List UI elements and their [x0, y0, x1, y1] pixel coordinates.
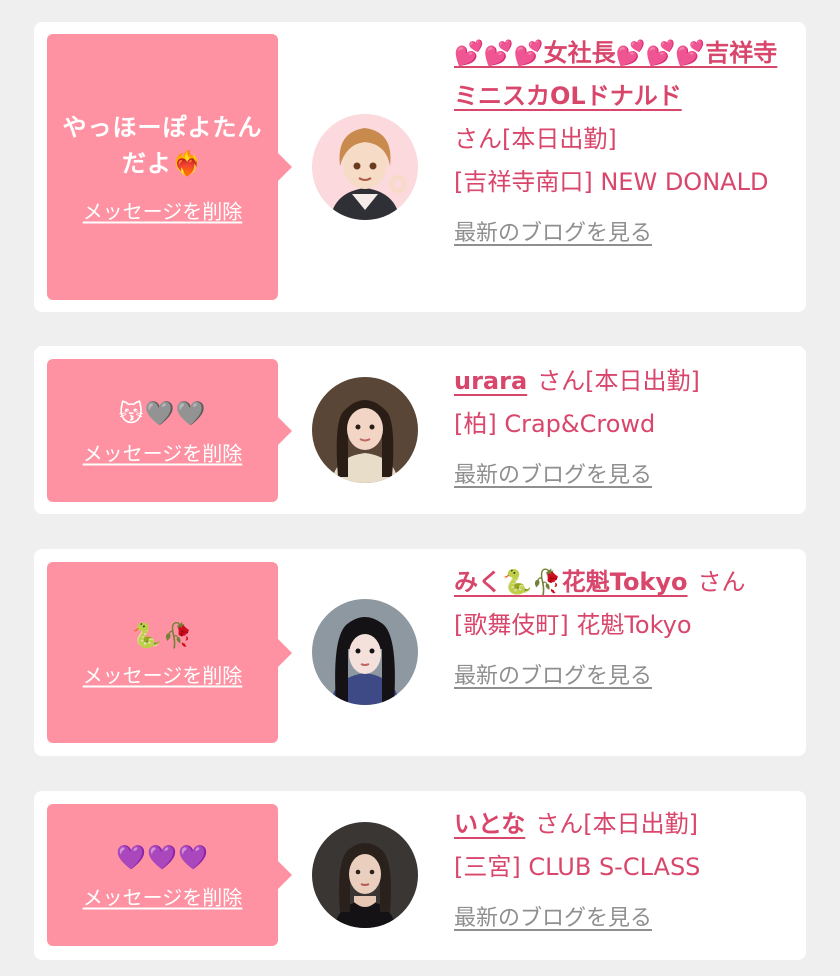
- latest-blog-link[interactable]: 最新のブログを見る: [454, 454, 790, 497]
- cast-avatar[interactable]: [312, 822, 418, 928]
- shop-name: [三宮] CLUB S-CLASS: [454, 853, 701, 881]
- cast-info: いとな さん[本日出勤] [三宮] CLUB S-CLASS 最新のブログを見る: [454, 803, 790, 940]
- message-card: 😽🩶🩶 メッセージを削除 urara さん[本日出勤] [柏] Crap&Crow…: [34, 346, 806, 514]
- cast-status-row: さん[本日出勤]: [454, 118, 790, 161]
- shop-name: [歌舞伎町] 花魁Tokyo: [454, 611, 692, 639]
- cast-avatar[interactable]: [312, 377, 418, 483]
- bubble-content: やっほーぽよたんだよ❤️‍🔥 メッセージを削除: [47, 110, 278, 225]
- honorific: さん: [537, 367, 586, 395]
- cast-name-row: みく🐍🥀花魁Tokyo さん: [454, 561, 790, 604]
- message-emoji: 🐍🥀: [131, 621, 194, 649]
- shop-name: [柏] Crap&Crowd: [454, 410, 656, 438]
- delete-message-link[interactable]: メッセージを削除: [83, 659, 243, 688]
- cast-name-link[interactable]: いとな: [454, 810, 525, 838]
- honorific: さん: [697, 568, 746, 596]
- cast-name-link[interactable]: みく🐍🥀花魁Tokyo: [454, 568, 688, 596]
- delete-message-link[interactable]: メッセージを削除: [83, 882, 243, 911]
- cast-avatar[interactable]: [312, 114, 418, 220]
- cast-name-row: いとな さん[本日出勤]: [454, 803, 790, 846]
- cast-name-link[interactable]: urara: [454, 367, 527, 395]
- message-card: やっほーぽよたんだよ❤️‍🔥 メッセージを削除 💕💕💕女社長💕💕💕吉祥寺ミニスカ…: [34, 22, 806, 312]
- message-text: やっほーぽよたんだよ❤️‍🔥: [62, 113, 263, 178]
- message-bubble: やっほーぽよたんだよ❤️‍🔥 メッセージを削除: [47, 34, 292, 300]
- cast-name-link[interactable]: 💕💕💕女社長💕💕💕吉祥寺ミニスカOLドナルド: [454, 39, 777, 110]
- bubble-content: 🐍🥀 メッセージを削除: [47, 617, 278, 688]
- honorific: さん: [535, 810, 584, 838]
- message-card: 🐍🥀 メッセージを削除 みく🐍🥀花魁Tokyo さん [歌舞伎町] 花魁Tokyo…: [34, 549, 806, 756]
- status-text: [本日出勤]: [585, 367, 700, 395]
- message-emoji: 😽🩶🩶: [118, 399, 207, 427]
- shop-name: [吉祥寺南口] NEW DONALD: [454, 168, 769, 196]
- message-bubble: 💜💜💜 メッセージを削除: [47, 804, 292, 946]
- cast-info: urara さん[本日出勤] [柏] Crap&Crowd 最新のブログを見る: [454, 360, 790, 497]
- message-bubble: 🐍🥀 メッセージを削除: [47, 562, 292, 743]
- cast-name-row: urara さん[本日出勤]: [454, 360, 790, 403]
- latest-blog-link[interactable]: 最新のブログを見る: [454, 655, 790, 698]
- latest-blog-link[interactable]: 最新のブログを見る: [454, 897, 790, 940]
- delete-message-link[interactable]: メッセージを削除: [83, 196, 243, 225]
- status-text: [本日出勤]: [502, 125, 617, 153]
- cast-info: 💕💕💕女社長💕💕💕吉祥寺ミニスカOLドナルド さん[本日出勤] [吉祥寺南口] …: [454, 32, 790, 255]
- cast-name-row: 💕💕💕女社長💕💕💕吉祥寺ミニスカOLドナルド: [454, 32, 790, 118]
- cast-info: みく🐍🥀花魁Tokyo さん [歌舞伎町] 花魁Tokyo 最新のブログを見る: [454, 561, 790, 698]
- message-emoji: 💜💜💜: [116, 843, 209, 872]
- honorific: さん: [454, 125, 502, 153]
- latest-blog-link[interactable]: 最新のブログを見る: [454, 212, 790, 255]
- message-card: 💜💜💜 メッセージを削除 いとな さん[本日出勤] [三宮] CLUB S-CLA…: [34, 791, 806, 960]
- cast-avatar[interactable]: [312, 599, 418, 705]
- bubble-content: 😽🩶🩶 メッセージを削除: [47, 395, 278, 466]
- delete-message-link[interactable]: メッセージを削除: [83, 437, 243, 466]
- bubble-content: 💜💜💜 メッセージを削除: [47, 840, 278, 911]
- message-emoji: ❤️‍🔥: [172, 149, 203, 178]
- message-bubble: 😽🩶🩶 メッセージを削除: [47, 359, 292, 502]
- status-text: [本日出勤]: [583, 810, 699, 838]
